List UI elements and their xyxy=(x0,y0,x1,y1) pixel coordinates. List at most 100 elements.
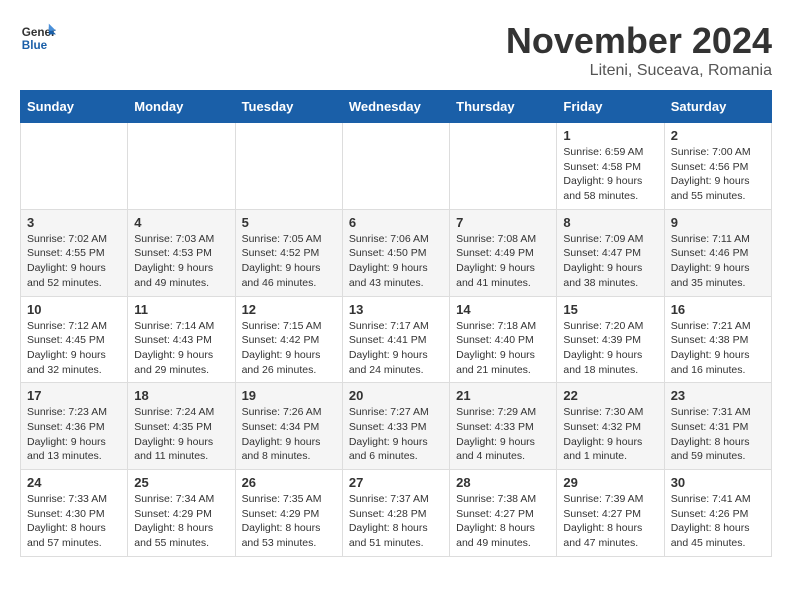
day-number: 19 xyxy=(242,388,336,403)
calendar-cell xyxy=(235,123,342,210)
calendar-cell: 29 Sunrise: 7:39 AM Sunset: 4:27 PM Dayli… xyxy=(557,470,664,557)
day-info: Sunrise: 6:59 AM Sunset: 4:58 PM Dayligh… xyxy=(563,145,657,204)
svg-text:Blue: Blue xyxy=(22,39,48,52)
day-number: 11 xyxy=(134,302,228,317)
day-number: 30 xyxy=(671,475,765,490)
day-info: Sunrise: 7:33 AM Sunset: 4:30 PM Dayligh… xyxy=(27,492,121,551)
day-number: 27 xyxy=(349,475,443,490)
calendar-cell: 2 Sunrise: 7:00 AM Sunset: 4:56 PM Daylig… xyxy=(664,123,771,210)
day-info: Sunrise: 7:14 AM Sunset: 4:43 PM Dayligh… xyxy=(134,319,228,378)
calendar-cell: 10Sunrise: 7:12 AM Sunset: 4:45 PM Dayli… xyxy=(21,296,128,383)
day-info: Sunrise: 7:06 AM Sunset: 4:50 PM Dayligh… xyxy=(349,232,443,291)
day-number: 1 xyxy=(563,128,657,143)
calendar-cell: 7Sunrise: 7:08 AM Sunset: 4:49 PM Daylig… xyxy=(450,209,557,296)
day-info: Sunrise: 7:26 AM Sunset: 4:34 PM Dayligh… xyxy=(242,405,336,464)
day-number: 25 xyxy=(134,475,228,490)
calendar-cell: 9 Sunrise: 7:11 AM Sunset: 4:46 PM Daylig… xyxy=(664,209,771,296)
calendar-cell: 11 Sunrise: 7:14 AM Sunset: 4:43 PM Dayli… xyxy=(128,296,235,383)
day-number: 6 xyxy=(349,215,443,230)
day-info: Sunrise: 7:11 AM Sunset: 4:46 PM Dayligh… xyxy=(671,232,765,291)
weekday-header: Monday xyxy=(128,91,235,123)
day-number: 15 xyxy=(563,302,657,317)
calendar-cell: 23Sunrise: 7:31 AM Sunset: 4:31 PM Dayli… xyxy=(664,383,771,470)
day-info: Sunrise: 7:00 AM Sunset: 4:56 PM Dayligh… xyxy=(671,145,765,204)
calendar-cell: 26 Sunrise: 7:35 AM Sunset: 4:29 PM Dayli… xyxy=(235,470,342,557)
logo: General Blue xyxy=(20,20,56,56)
day-number: 29 xyxy=(563,475,657,490)
day-number: 10 xyxy=(27,302,121,317)
calendar-week-row: 17Sunrise: 7:23 AM Sunset: 4:36 PM Dayli… xyxy=(21,383,772,470)
day-number: 21 xyxy=(456,388,550,403)
calendar-cell: 16 Sunrise: 7:21 AM Sunset: 4:38 PM Dayli… xyxy=(664,296,771,383)
day-info: Sunrise: 7:02 AM Sunset: 4:55 PM Dayligh… xyxy=(27,232,121,291)
weekday-header: Tuesday xyxy=(235,91,342,123)
calendar-cell: 1 Sunrise: 6:59 AM Sunset: 4:58 PM Daylig… xyxy=(557,123,664,210)
weekday-header: Wednesday xyxy=(342,91,449,123)
calendar-cell: 30 Sunrise: 7:41 AM Sunset: 4:26 PM Dayli… xyxy=(664,470,771,557)
day-number: 4 xyxy=(134,215,228,230)
day-info: Sunrise: 7:24 AM Sunset: 4:35 PM Dayligh… xyxy=(134,405,228,464)
calendar-cell: 3 Sunrise: 7:02 AM Sunset: 4:55 PM Daylig… xyxy=(21,209,128,296)
calendar-cell: 20Sunrise: 7:27 AM Sunset: 4:33 PM Dayli… xyxy=(342,383,449,470)
day-number: 26 xyxy=(242,475,336,490)
day-info: Sunrise: 7:34 AM Sunset: 4:29 PM Dayligh… xyxy=(134,492,228,551)
day-info: Sunrise: 7:18 AM Sunset: 4:40 PM Dayligh… xyxy=(456,319,550,378)
day-info: Sunrise: 7:05 AM Sunset: 4:52 PM Dayligh… xyxy=(242,232,336,291)
calendar-cell: 13Sunrise: 7:17 AM Sunset: 4:41 PM Dayli… xyxy=(342,296,449,383)
weekday-header: Saturday xyxy=(664,91,771,123)
day-info: Sunrise: 7:39 AM Sunset: 4:27 PM Dayligh… xyxy=(563,492,657,551)
day-number: 17 xyxy=(27,388,121,403)
day-info: Sunrise: 7:03 AM Sunset: 4:53 PM Dayligh… xyxy=(134,232,228,291)
weekday-header-row: SundayMondayTuesdayWednesdayThursdayFrid… xyxy=(21,91,772,123)
calendar-cell: 25 Sunrise: 7:34 AM Sunset: 4:29 PM Dayli… xyxy=(128,470,235,557)
day-number: 7 xyxy=(456,215,550,230)
day-number: 5 xyxy=(242,215,336,230)
day-number: 28 xyxy=(456,475,550,490)
day-info: Sunrise: 7:37 AM Sunset: 4:28 PM Dayligh… xyxy=(349,492,443,551)
calendar-cell: 8 Sunrise: 7:09 AM Sunset: 4:47 PM Daylig… xyxy=(557,209,664,296)
calendar-week-row: 10Sunrise: 7:12 AM Sunset: 4:45 PM Dayli… xyxy=(21,296,772,383)
calendar-cell: 21 Sunrise: 7:29 AM Sunset: 4:33 PM Dayli… xyxy=(450,383,557,470)
day-number: 8 xyxy=(563,215,657,230)
day-number: 16 xyxy=(671,302,765,317)
calendar-week-row: 3 Sunrise: 7:02 AM Sunset: 4:55 PM Daylig… xyxy=(21,209,772,296)
logo-icon: General Blue xyxy=(20,20,56,56)
calendar-cell: 12 Sunrise: 7:15 AM Sunset: 4:42 PM Dayli… xyxy=(235,296,342,383)
day-number: 20 xyxy=(349,388,443,403)
day-number: 24 xyxy=(27,475,121,490)
calendar-cell xyxy=(450,123,557,210)
calendar-week-row: 24 Sunrise: 7:33 AM Sunset: 4:30 PM Dayli… xyxy=(21,470,772,557)
day-info: Sunrise: 7:31 AM Sunset: 4:31 PM Dayligh… xyxy=(671,405,765,464)
day-number: 2 xyxy=(671,128,765,143)
calendar-table: SundayMondayTuesdayWednesdayThursdayFrid… xyxy=(20,90,772,557)
weekday-header: Thursday xyxy=(450,91,557,123)
calendar-cell xyxy=(342,123,449,210)
weekday-header: Sunday xyxy=(21,91,128,123)
day-number: 22 xyxy=(563,388,657,403)
day-number: 13 xyxy=(349,302,443,317)
title-block: November 2024 Liteni, Suceava, Romania xyxy=(506,20,772,80)
location: Liteni, Suceava, Romania xyxy=(506,62,772,80)
calendar-cell: 28 Sunrise: 7:38 AM Sunset: 4:27 PM Dayli… xyxy=(450,470,557,557)
calendar-cell: 4 Sunrise: 7:03 AM Sunset: 4:53 PM Daylig… xyxy=(128,209,235,296)
calendar-week-row: 1 Sunrise: 6:59 AM Sunset: 4:58 PM Daylig… xyxy=(21,123,772,210)
calendar-cell xyxy=(21,123,128,210)
calendar-cell: 14Sunrise: 7:18 AM Sunset: 4:40 PM Dayli… xyxy=(450,296,557,383)
day-info: Sunrise: 7:29 AM Sunset: 4:33 PM Dayligh… xyxy=(456,405,550,464)
day-info: Sunrise: 7:15 AM Sunset: 4:42 PM Dayligh… xyxy=(242,319,336,378)
day-info: Sunrise: 7:35 AM Sunset: 4:29 PM Dayligh… xyxy=(242,492,336,551)
day-number: 9 xyxy=(671,215,765,230)
calendar-cell xyxy=(128,123,235,210)
calendar-cell: 22Sunrise: 7:30 AM Sunset: 4:32 PM Dayli… xyxy=(557,383,664,470)
day-info: Sunrise: 7:09 AM Sunset: 4:47 PM Dayligh… xyxy=(563,232,657,291)
day-number: 12 xyxy=(242,302,336,317)
day-number: 18 xyxy=(134,388,228,403)
day-info: Sunrise: 7:41 AM Sunset: 4:26 PM Dayligh… xyxy=(671,492,765,551)
day-info: Sunrise: 7:20 AM Sunset: 4:39 PM Dayligh… xyxy=(563,319,657,378)
calendar-cell: 5 Sunrise: 7:05 AM Sunset: 4:52 PM Daylig… xyxy=(235,209,342,296)
day-info: Sunrise: 7:21 AM Sunset: 4:38 PM Dayligh… xyxy=(671,319,765,378)
calendar-cell: 27 Sunrise: 7:37 AM Sunset: 4:28 PM Dayli… xyxy=(342,470,449,557)
calendar-cell: 24 Sunrise: 7:33 AM Sunset: 4:30 PM Dayli… xyxy=(21,470,128,557)
day-number: 3 xyxy=(27,215,121,230)
day-info: Sunrise: 7:38 AM Sunset: 4:27 PM Dayligh… xyxy=(456,492,550,551)
